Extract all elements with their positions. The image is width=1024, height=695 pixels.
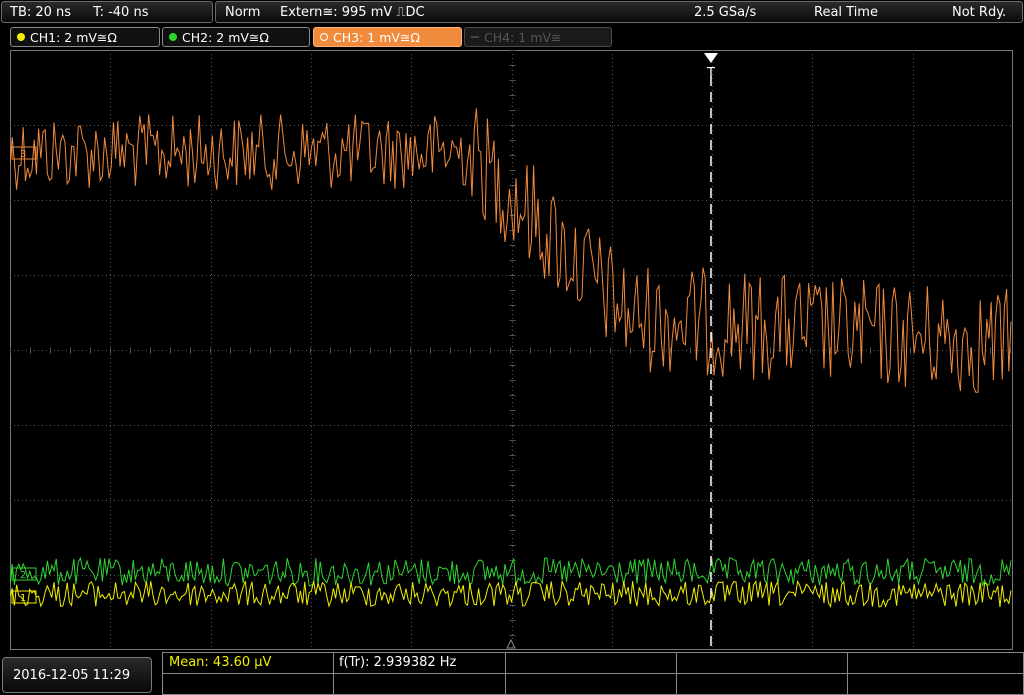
channel-bar: CH1: 2 mV≅Ω CH2: 2 mV≅Ω CH3: 1 mV≅Ω CH4:… (0, 26, 1024, 48)
channel-3-tab[interactable]: CH3: 1 mV≅Ω (313, 27, 462, 47)
acquisition-mode: Real Time (814, 4, 878, 20)
trigger-time-value: T: -40 ns (93, 4, 149, 20)
datetime-text: 2016-12-05 11:29 (13, 667, 131, 683)
status-bar: TB: 20 ns T: -40 ns Norm Extern≅: 995 mV… (0, 0, 1024, 24)
waveform-display[interactable]: T 3 2 1 (10, 50, 1013, 650)
sample-rate: 2.5 GSa/s (694, 4, 757, 20)
trigger-mode: Norm (225, 4, 261, 20)
trigger-source: Extern≅: 995 mV ⎍DC (280, 4, 425, 20)
trigger-marker-label: T (706, 66, 715, 81)
channel-1-tab[interactable]: CH1: 2 mV≅Ω (10, 27, 160, 47)
channel-1-indicator-icon (17, 33, 25, 41)
trigger-panel[interactable]: Norm Extern≅: 995 mV ⎍DC 2.5 GSa/s Real … (215, 1, 1023, 23)
channel-1-marker-label: 1 (20, 593, 26, 604)
acquisition-status: Not Rdy. (952, 4, 1007, 20)
timebase-value: TB: 20 ns (10, 4, 72, 20)
channel-4-tab[interactable]: CH4: 1 mV≅ (464, 27, 612, 47)
datetime-display[interactable]: 2016-12-05 11:29 (2, 657, 152, 693)
channel-3-label: CH3: 1 mV≅Ω (333, 29, 420, 45)
channel-1-label: CH1: 2 mV≅Ω (30, 29, 117, 45)
channel-2-tab[interactable]: CH2: 2 mV≅Ω (162, 27, 310, 47)
channel-2-indicator-icon (169, 33, 177, 41)
channel-4-indicator-icon (471, 36, 479, 38)
channel-3-marker-label: 3 (20, 149, 26, 160)
channel-2-label: CH2: 2 mV≅Ω (182, 29, 269, 45)
measurement-mean: Mean: 43.60 µV (169, 655, 272, 670)
measurement-frequency: f(Tr): 2.939382 Hz (339, 655, 457, 670)
measurement-table[interactable] (162, 652, 1024, 695)
channel-2-marker-label: 2 (20, 570, 26, 581)
channel-3-indicator-icon (320, 33, 328, 41)
timebase-panel[interactable]: TB: 20 ns T: -40 ns (1, 1, 213, 23)
bottom-bar: 2016-12-05 11:29 Mean: 43.60 µV f(Tr): 2… (0, 652, 1024, 695)
channel-4-label: CH4: 1 mV≅ (484, 29, 562, 45)
